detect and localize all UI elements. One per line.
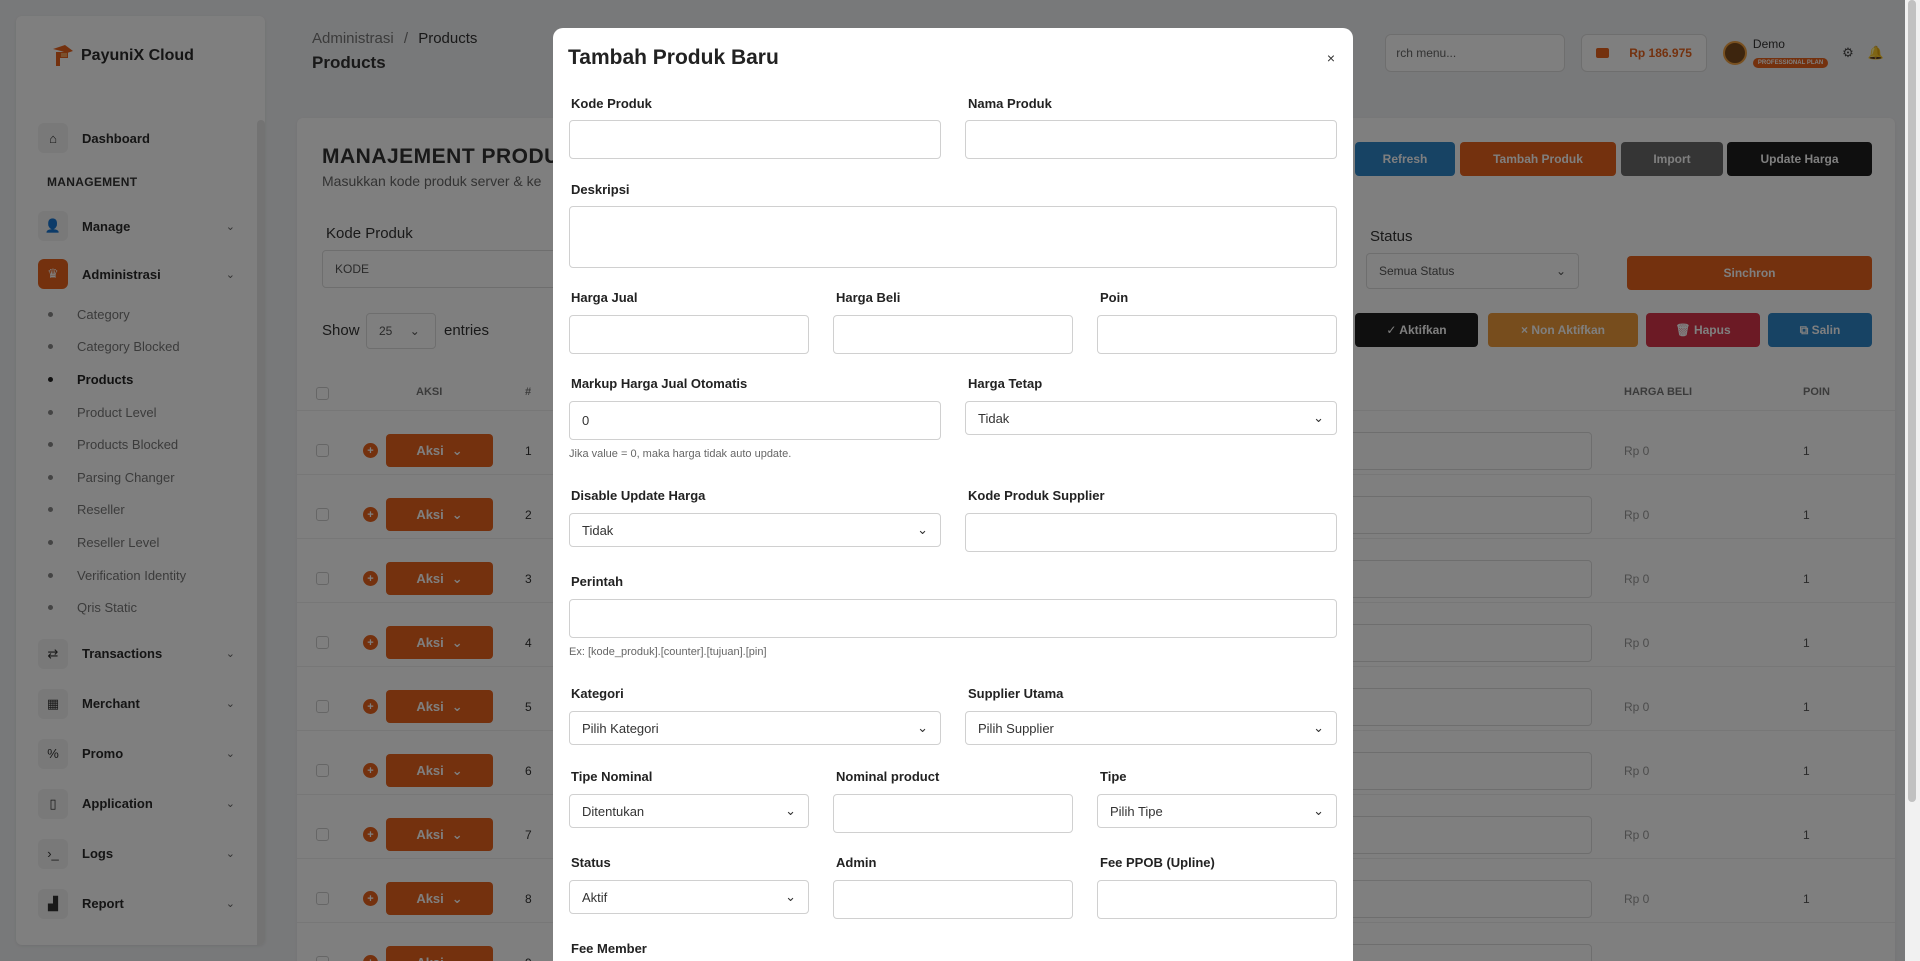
modal-title: Tambah Produk Baru [568,46,779,69]
harga-jual-label: Harga Jual [571,290,638,305]
page-scrollbar-thumb[interactable] [1908,0,1916,802]
nominal-product-input[interactable] [833,794,1073,833]
admin-input[interactable] [833,880,1073,919]
kode-produk-label: Kode Produk [571,96,652,111]
harga-tetap-label: Harga Tetap [968,376,1043,391]
kode-produk-input[interactable] [569,120,941,159]
add-product-modal: Tambah Produk Baru × Kode Produk Nama Pr… [553,28,1353,961]
tipe-label: Tipe [1100,769,1127,784]
fee-member-label: Fee Member [571,941,647,956]
fee-ppob-input[interactable] [1097,880,1337,919]
chevron-down-icon: ⌄ [785,803,796,818]
nama-produk-label: Nama Produk [968,96,1052,111]
fee-ppob-label: Fee PPOB (Upline) [1100,855,1215,870]
nama-produk-input[interactable] [965,120,1337,159]
tipe-nominal-select[interactable]: Ditentukan ⌄ [569,794,809,828]
harga-beli-input[interactable] [833,315,1073,354]
status-label: Status [571,855,611,870]
harga-tetap-select[interactable]: Tidak ⌄ [965,401,1337,435]
kode-supplier-input[interactable] [965,513,1337,552]
perintah-label: Perintah [571,574,624,589]
deskripsi-label: Deskripsi [571,182,630,197]
status-select[interactable]: Aktif ⌄ [569,880,809,914]
harga-jual-input[interactable] [569,315,809,354]
nominal-product-label: Nominal product [836,769,940,784]
tipe-select[interactable]: Pilih Tipe ⌄ [1097,794,1337,828]
harga-beli-label: Harga Beli [836,290,901,305]
chevron-down-icon: ⌄ [1313,803,1324,818]
chevron-down-icon: ⌄ [917,522,928,537]
markup-value: 0 [582,413,590,428]
chevron-down-icon: ⌄ [917,720,928,735]
status-value: Aktif [582,889,608,905]
perintah-hint: Ex: [kode_produk].[counter].[tujuan].[pi… [569,646,767,658]
deskripsi-textarea[interactable] [569,206,1337,268]
markup-input[interactable]: 0 [569,401,941,440]
poin-input[interactable] [1097,315,1337,354]
kategori-label: Kategori [571,686,624,701]
chevron-down-icon: ⌄ [785,889,796,904]
tipe-value: Pilih Tipe [1110,803,1163,819]
disable-update-value: Tidak [582,522,614,538]
supplier-utama-value: Pilih Supplier [978,720,1054,736]
chevron-down-icon: ⌄ [1313,720,1324,735]
disable-update-select[interactable]: Tidak ⌄ [569,513,941,547]
kategori-select[interactable]: Pilih Kategori ⌄ [569,711,941,745]
disable-update-label: Disable Update Harga [571,488,706,503]
supplier-utama-label: Supplier Utama [968,686,1064,701]
markup-label: Markup Harga Jual Otomatis [571,376,748,391]
tipe-nominal-value: Ditentukan [582,803,645,819]
tipe-nominal-label: Tipe Nominal [571,769,653,784]
perintah-input[interactable] [569,599,1337,638]
chevron-down-icon: ⌄ [1313,410,1324,425]
admin-label: Admin [836,855,877,870]
kategori-value: Pilih Kategori [582,720,659,736]
poin-label: Poin [1100,290,1129,305]
supplier-utama-select[interactable]: Pilih Supplier ⌄ [965,711,1337,745]
markup-hint: Jika value = 0, maka harga tidak auto up… [569,448,792,460]
harga-tetap-value: Tidak [978,410,1010,426]
page-scrollbar[interactable] [1905,0,1920,961]
kode-supplier-label: Kode Produk Supplier [968,488,1105,503]
close-icon[interactable]: × [1327,50,1335,66]
